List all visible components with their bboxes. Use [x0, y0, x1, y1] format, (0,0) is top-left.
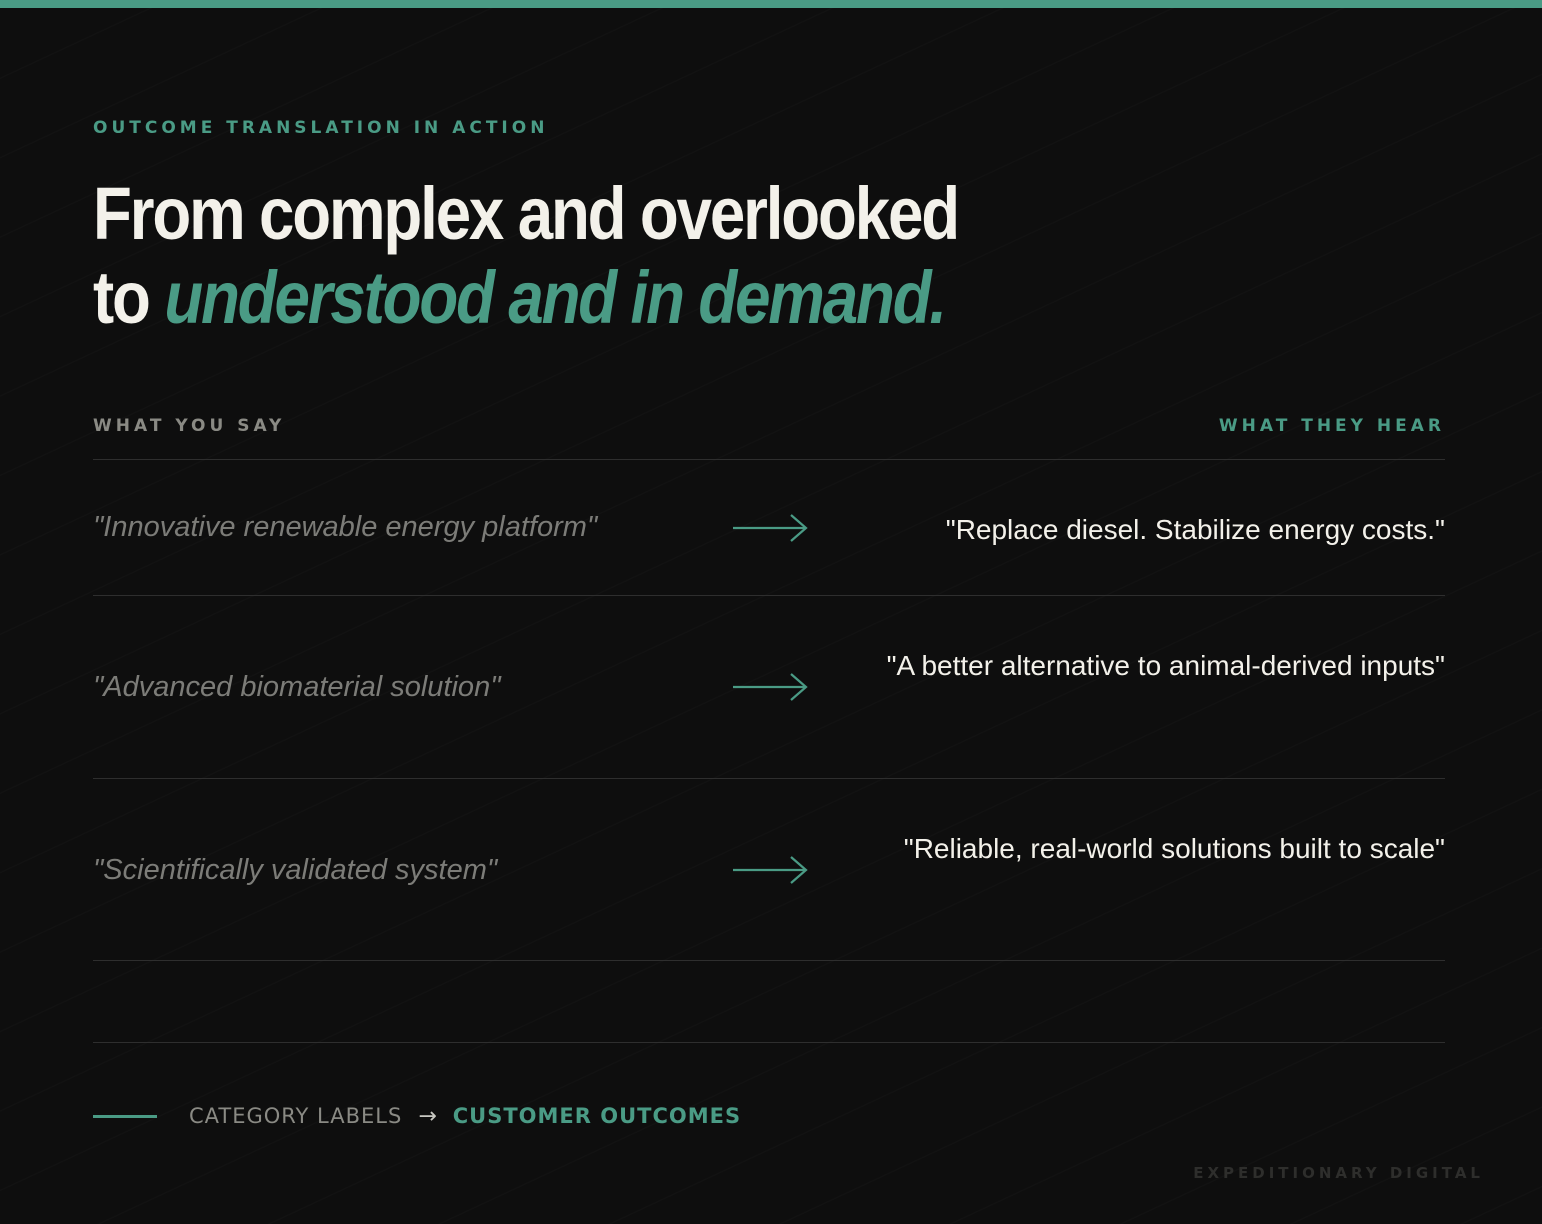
column-heading-say: WHAT YOU SAY — [93, 416, 286, 436]
legend-to-label: CUSTOMER OUTCOMES — [452, 1104, 742, 1128]
table-row: "Innovative renewable energy platform" "… — [93, 460, 1445, 595]
headline-line-2: to understood and in demand. — [93, 256, 958, 340]
arrow-right-icon — [733, 514, 808, 542]
legend-from-label: CATEGORY LABELS — [189, 1104, 403, 1128]
table-row: "Advanced biomaterial solution" "A bette… — [93, 596, 1445, 778]
arrow-right-icon — [733, 856, 808, 884]
brand-watermark: EXPEDITIONARY DIGITAL — [1193, 1164, 1484, 1182]
top-accent-bar — [0, 0, 1542, 8]
headline-prefix: to — [93, 256, 151, 339]
legend-divider — [93, 1042, 1445, 1043]
row-hear-text: "A better alternative to animal-derived … — [886, 650, 1445, 681]
legend: CATEGORY LABELS → CUSTOMER OUTCOMES — [93, 1100, 741, 1132]
row-say-text: "Scientifically validated system" — [93, 854, 498, 886]
row-say-text: "Innovative renewable energy platform" — [93, 511, 598, 543]
row-hear-text: "Replace diesel. Stabilize energy costs.… — [945, 514, 1445, 545]
headline-line-1: From complex and overlooked — [93, 172, 960, 255]
legend-arrow-icon: → — [418, 1103, 437, 1129]
legend-line-marker — [93, 1114, 157, 1118]
arrow-right-icon — [733, 673, 808, 701]
headline-accent: understood and in demand. — [164, 256, 947, 339]
column-heading-hear: WHAT THEY HEAR — [1218, 416, 1445, 436]
page-title: From complex and overlooked to understoo… — [93, 172, 960, 340]
row-hear-text: "Reliable, real-world solutions built to… — [903, 833, 1445, 864]
eyebrow-label: OUTCOME TRANSLATION IN ACTION — [93, 118, 549, 138]
table-divider — [93, 960, 1445, 961]
table-row: "Scientifically validated system" "Relia… — [93, 779, 1445, 961]
row-say-text: "Advanced biomaterial solution" — [93, 671, 501, 703]
